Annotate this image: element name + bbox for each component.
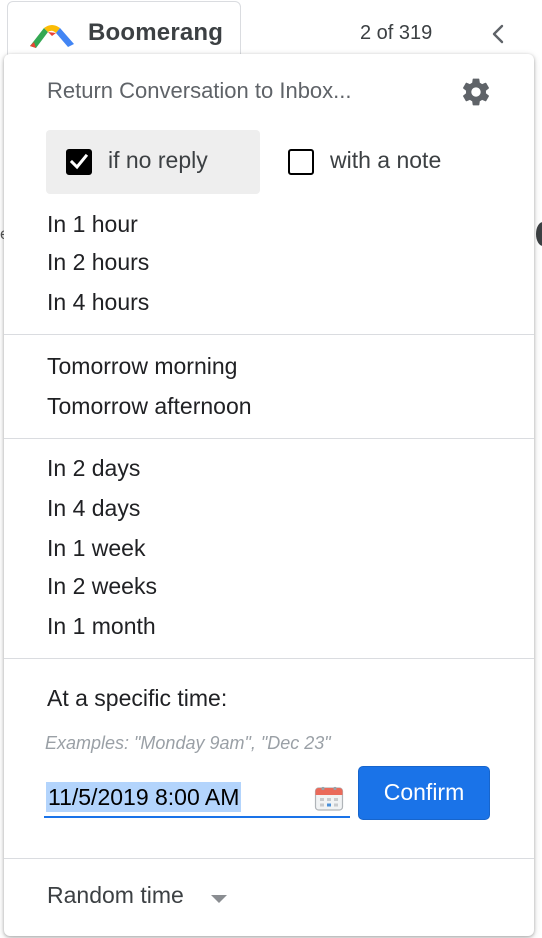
option-tomorrow-morning[interactable]: Tomorrow morning [47, 353, 237, 380]
boomerang-button[interactable]: Boomerang [7, 1, 241, 61]
option-in-4-hours[interactable]: In 4 hours [47, 289, 149, 316]
with-a-note-option[interactable]: with a note [286, 130, 486, 194]
specific-time-label: At a specific time: [47, 685, 228, 711]
if-no-reply-option[interactable]: if no reply [46, 130, 260, 194]
menu-title: Return Conversation to Inbox... [47, 78, 352, 103]
pager-count: 2 of 319 [360, 22, 433, 44]
option-in-2-days[interactable]: In 2 days [47, 455, 140, 482]
if-no-reply-label: if no reply [108, 147, 208, 173]
specific-time-input[interactable]: 11/5/2019 8:00 AM [44, 776, 350, 818]
boomerang-label: Boomerang [88, 19, 224, 46]
return-to-inbox-menu: Return Conversation to Inbox... if no re… [4, 54, 534, 936]
option-in-2-hours[interactable]: In 2 hours [47, 249, 149, 276]
specific-time-value[interactable]: 11/5/2019 8:00 AM [46, 782, 242, 812]
option-in-1-week[interactable]: In 1 week [47, 535, 145, 562]
random-time-option[interactable]: Random time [47, 882, 184, 909]
divider [4, 858, 534, 859]
chevron-left-icon[interactable] [488, 22, 508, 46]
with-a-note-label: with a note [330, 147, 442, 173]
specific-time-examples: Examples: "Monday 9am", "Dec 23" [45, 733, 331, 753]
option-in-1-month[interactable]: In 1 month [47, 613, 156, 640]
boomerang-logo-icon [30, 25, 74, 48]
option-in-4-days[interactable]: In 4 days [47, 495, 140, 522]
option-in-1-hour[interactable]: In 1 hour [47, 211, 138, 238]
divider [4, 334, 534, 335]
caret-down-icon[interactable] [210, 894, 228, 904]
calendar-icon[interactable] [314, 784, 344, 812]
background-avatar-fragment [536, 222, 542, 246]
option-tomorrow-afternoon[interactable]: Tomorrow afternoon [47, 393, 252, 420]
option-in-2-weeks[interactable]: In 2 weeks [47, 573, 157, 600]
divider [4, 438, 534, 439]
checkbox-checked-icon[interactable] [66, 149, 92, 175]
checkbox-empty-icon[interactable] [288, 149, 314, 175]
confirm-button[interactable]: Confirm [358, 766, 490, 820]
divider [4, 658, 534, 659]
gear-icon[interactable] [460, 76, 492, 108]
